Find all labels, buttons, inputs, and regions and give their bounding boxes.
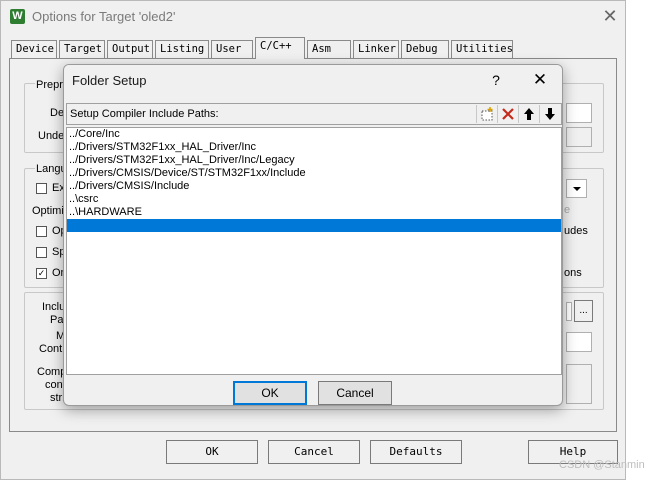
delete-button[interactable] [497,105,518,123]
undefine-label: Unde [38,130,65,142]
new-folder-icon [481,107,493,121]
option3-checkbox[interactable]: ✓ [36,268,47,279]
cancel-button[interactable]: Cancel [268,440,360,464]
tab-asm[interactable]: Asm [307,40,351,58]
list-item[interactable]: ..\HARDWARE [67,206,561,219]
list-item-new-entry[interactable] [67,219,561,232]
defaults-button[interactable]: Defaults [370,440,462,464]
watermark: CSDN @Stanmin [559,459,645,471]
tab-linker[interactable]: Linker [353,40,399,58]
list-item[interactable]: ../Drivers/CMSIS/Device/ST/STM32F1xx/Inc… [67,167,561,180]
list-item[interactable]: ../Drivers/STM32F1xx_HAL_Driver/Inc/Lega… [67,154,561,167]
execute-only-checkbox[interactable] [36,183,47,194]
list-item[interactable]: ../Drivers/CMSIS/Include [67,180,561,193]
right-label-3: ons [564,267,582,279]
new-folder-button[interactable] [476,105,497,123]
misc-controls-label: Contr [39,343,66,355]
include-paths-label: Inclu [42,301,66,313]
tab-device[interactable]: Device [11,40,57,58]
compiler-control-field [566,364,592,404]
folder-setup-titlebar: Folder Setup ? ✕ [64,65,562,95]
move-down-icon [545,108,555,120]
move-up-icon [524,108,534,120]
list-item[interactable]: ../Core/Inc [67,128,561,141]
list-item[interactable]: ..\csrc [67,193,561,206]
option1-checkbox[interactable] [36,226,47,237]
options-titlebar: W Options for Target 'oled2' ✕ [1,1,625,33]
keil-app-icon: W [10,9,25,24]
options-title: Options for Target 'oled2' [32,9,176,24]
ok-button[interactable]: OK [166,440,258,464]
folder-setup-title: Folder Setup [72,73,147,88]
option2-checkbox[interactable] [36,247,47,258]
misc-controls-field[interactable] [566,332,592,352]
tab-listing[interactable]: Listing [155,40,209,58]
define-field[interactable] [566,103,592,123]
right-label-2: udes [564,225,588,237]
delete-icon [502,108,514,120]
right-label-1: e [564,204,571,216]
tab-utilities[interactable]: Utilities [451,40,513,58]
tab-target[interactable]: Target [59,40,105,58]
cancel-button[interactable]: Cancel [318,381,392,405]
include-browse-button[interactable]: ... [574,300,593,322]
help-icon[interactable]: ? [486,70,506,90]
list-item[interactable]: ../Drivers/STM32F1xx_HAL_Driver/Inc [67,141,561,154]
close-icon[interactable]: ✕ [599,5,621,27]
folder-setup-dialog: Folder Setup ? ✕ Setup Compiler Include … [63,64,563,406]
tab-c-cpp[interactable]: C/C++ [255,37,305,59]
language-dropdown[interactable] [566,179,587,198]
include-paths-list[interactable]: ../Core/Inc ../Drivers/STM32F1xx_HAL_Dri… [66,127,562,375]
include-paths-header-label: Setup Compiler Include Paths: [70,108,219,120]
tab-output[interactable]: Output [107,40,153,58]
ok-button[interactable]: OK [233,381,307,405]
tab-user[interactable]: User [211,40,253,58]
chevron-down-icon [573,187,581,191]
include-paths-field[interactable] [566,302,572,321]
close-icon[interactable]: ✕ [529,69,551,91]
include-paths-header: Setup Compiler Include Paths: [66,103,562,125]
undefine-field[interactable] [566,127,592,147]
compiler-label: Comp [37,366,67,378]
move-up-button[interactable] [518,105,539,123]
move-down-button[interactable] [539,105,560,123]
tab-debug[interactable]: Debug [401,40,449,58]
